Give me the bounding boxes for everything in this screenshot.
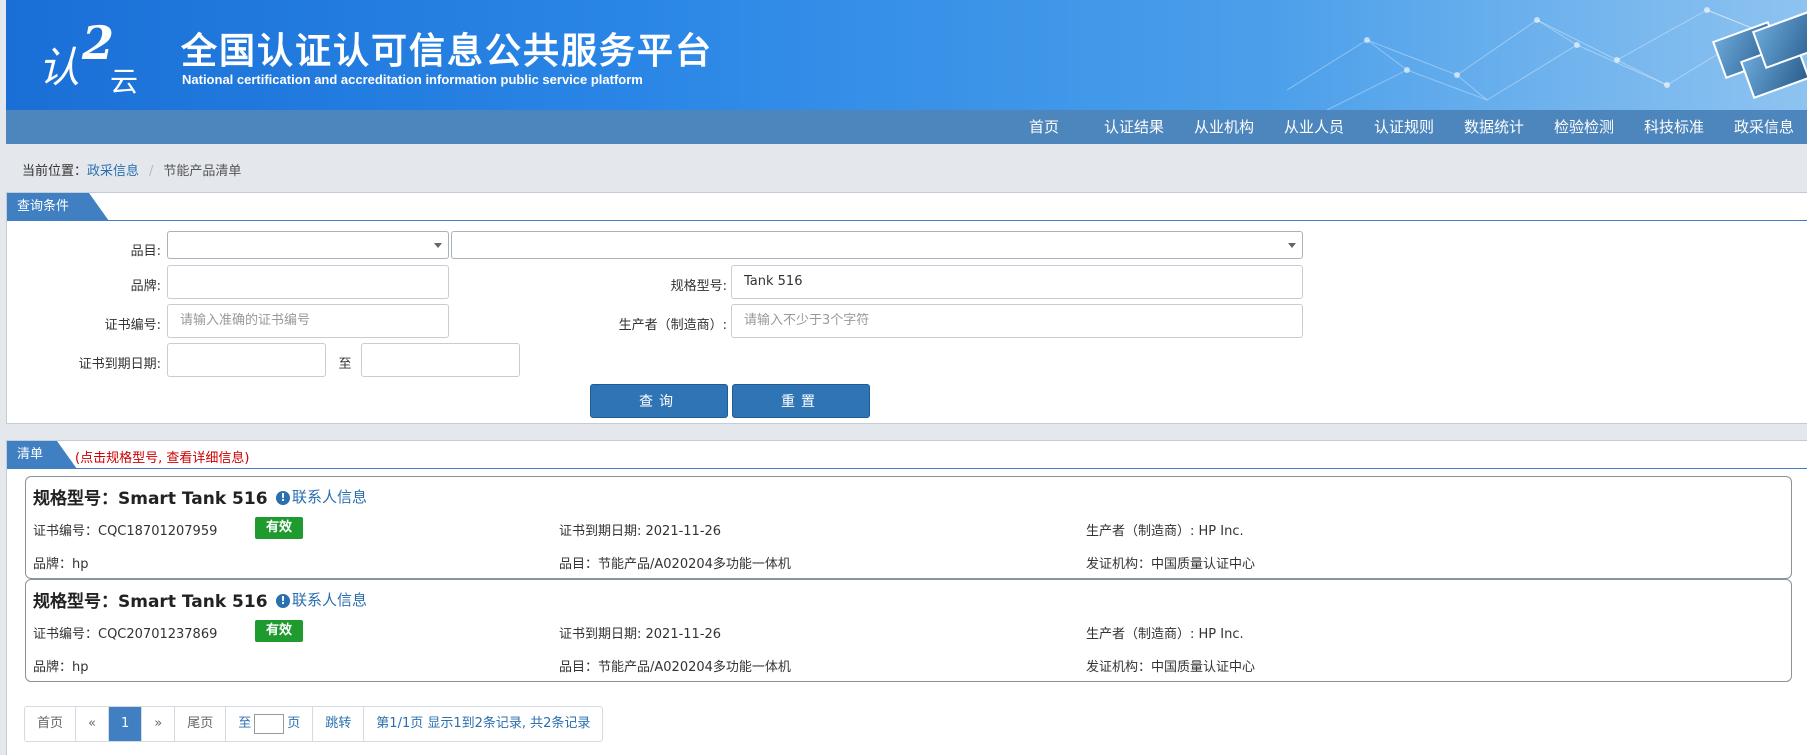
pager-prev[interactable]: «	[76, 707, 109, 741]
model-prefix: 规格型号：	[33, 489, 118, 509]
nav-home[interactable]: 首页	[1029, 110, 1059, 144]
photo-collage	[1697, 10, 1807, 110]
category: 品目：节能产品/A020204多功能一体机	[559, 557, 791, 572]
chevron-down-icon	[434, 243, 442, 248]
pager-page-label: 页	[287, 716, 301, 731]
header-banner: 认2云 全国认证认可信息公共服务平台 National certificatio…	[6, 0, 1807, 110]
contact-info-link[interactable]: ! 联系人信息	[276, 589, 367, 610]
chevron-down-icon	[1288, 243, 1296, 248]
model-title-link[interactable]: 规格型号：Smart Tank 516	[33, 484, 268, 509]
manufacturer: 生产者（制造商）: HP Inc.	[1086, 627, 1244, 642]
model-prefix: 规格型号：	[33, 592, 118, 612]
site-title: 全国认证认可信息公共服务平台	[181, 31, 714, 72]
breadcrumb: 当前位置：政采信息 / 节能产品清单	[22, 160, 241, 179]
brand: 品牌：hp	[33, 557, 89, 572]
site-logo[interactable]: 认2云	[38, 14, 158, 98]
pager-jump-button[interactable]: 跳转	[313, 707, 365, 741]
nav-practitioners[interactable]: 从业人员	[1284, 110, 1344, 144]
issuer: 发证机构：中国质量认证中心	[1086, 660, 1256, 675]
breadcrumb-separator: /	[149, 164, 154, 179]
panel-divider	[7, 220, 1807, 221]
status-badge: 有效	[255, 620, 303, 642]
breadcrumb-parent-link[interactable]: 政采信息	[87, 164, 139, 179]
pagination: 首页 « 1 » 尾页 至页 跳转 第1/1页 显示1到2条记录, 共2条记录	[24, 706, 604, 742]
cert-no-input[interactable]: 请输入准确的证书编号	[167, 304, 449, 338]
query-panel-tab: 查询条件	[7, 193, 109, 221]
nav-cert-results[interactable]: 认证结果	[1104, 110, 1164, 144]
contact-info-label: 联系人信息	[292, 488, 368, 506]
model-input[interactable]: Tank 516	[731, 265, 1303, 299]
cert-no-label: 证书编号:	[104, 318, 161, 333]
query-panel: 查询条件 品目: 品牌: 规格型号: Tank 516 证书编号: 请输入准确的…	[6, 192, 1807, 424]
pager-goto: 至页	[226, 707, 314, 741]
main-nav: 首页 认证结果 从业机构 从业人员 认证规则 数据统计 检验检测 科技标准 政采…	[6, 110, 1807, 144]
category-label: 品目:	[130, 244, 161, 259]
info-icon: !	[276, 491, 290, 505]
page-number-input[interactable]	[254, 713, 285, 734]
manufacturer: 生产者（制造商）: HP Inc.	[1086, 524, 1244, 539]
contact-info-label: 联系人信息	[292, 591, 368, 609]
expiry-date: 证书到期日期: 2021-11-26	[559, 524, 722, 539]
expiry-label: 证书到期日期:	[78, 357, 161, 372]
maker-input[interactable]: 请输入不少于3个字符	[731, 304, 1303, 338]
search-button[interactable]: 查询	[590, 384, 728, 418]
contact-info-link[interactable]: ! 联系人信息	[276, 486, 367, 507]
pager-summary: 第1/1页 显示1到2条记录, 共2条记录	[376, 716, 591, 731]
status-badge: 有效	[255, 517, 303, 539]
pager-next[interactable]: »	[142, 707, 176, 741]
brand: 品牌：hp	[33, 660, 89, 675]
nav-testing[interactable]: 检验检测	[1554, 110, 1614, 144]
list-hint: (点击规格型号, 查看详细信息)	[75, 451, 250, 466]
nav-procurement[interactable]: 政采信息	[1734, 110, 1794, 144]
panel-divider	[7, 468, 1807, 469]
issuer: 发证机构：中国质量认证中心	[1086, 557, 1256, 572]
pager-first[interactable]: 首页	[25, 707, 77, 741]
product-card: 规格型号：Smart Tank 516 ! 联系人信息 证书编号：CQC18701…	[25, 476, 1792, 579]
model-name: Smart Tank 516	[118, 489, 268, 509]
breadcrumb-prefix: 当前位置：	[22, 164, 88, 179]
category: 品目：节能产品/A020204多功能一体机	[559, 660, 791, 675]
product-card: 规格型号：Smart Tank 516 ! 联系人信息 证书编号：CQC20701…	[25, 579, 1792, 682]
maker-label: 生产者（制造商）:	[618, 318, 727, 333]
nav-standards[interactable]: 科技标准	[1644, 110, 1704, 144]
nav-institutions[interactable]: 从业机构	[1194, 110, 1254, 144]
cert-number: 证书编号：CQC18701207959	[33, 524, 218, 539]
expiry-date: 证书到期日期: 2021-11-26	[559, 627, 722, 642]
reset-button[interactable]: 重置	[732, 384, 870, 418]
breadcrumb-current: 节能产品清单	[163, 164, 242, 179]
info-icon: !	[276, 594, 290, 608]
expiry-start-input[interactable]	[167, 343, 326, 377]
brand-label: 品牌:	[130, 279, 161, 294]
subcategory-select[interactable]	[451, 231, 1303, 259]
pager-to-label: 至	[238, 716, 252, 731]
model-label: 规格型号:	[670, 279, 727, 294]
nav-statistics[interactable]: 数据统计	[1464, 110, 1524, 144]
model-title-link[interactable]: 规格型号：Smart Tank 516	[33, 587, 268, 612]
pager-current-page[interactable]: 1	[108, 707, 143, 741]
pager-last[interactable]: 尾页	[175, 707, 227, 741]
model-name: Smart Tank 516	[118, 592, 268, 612]
expiry-end-input[interactable]	[361, 343, 520, 377]
site-subtitle: National certification and accreditation…	[182, 72, 643, 87]
category-select[interactable]	[167, 231, 449, 259]
cert-number: 证书编号：CQC20701237869	[33, 627, 218, 642]
expiry-to-label: 至	[338, 357, 352, 372]
list-panel-tab: 清单	[7, 441, 77, 469]
brand-input[interactable]	[167, 265, 449, 299]
nav-cert-rules[interactable]: 认证规则	[1374, 110, 1434, 144]
